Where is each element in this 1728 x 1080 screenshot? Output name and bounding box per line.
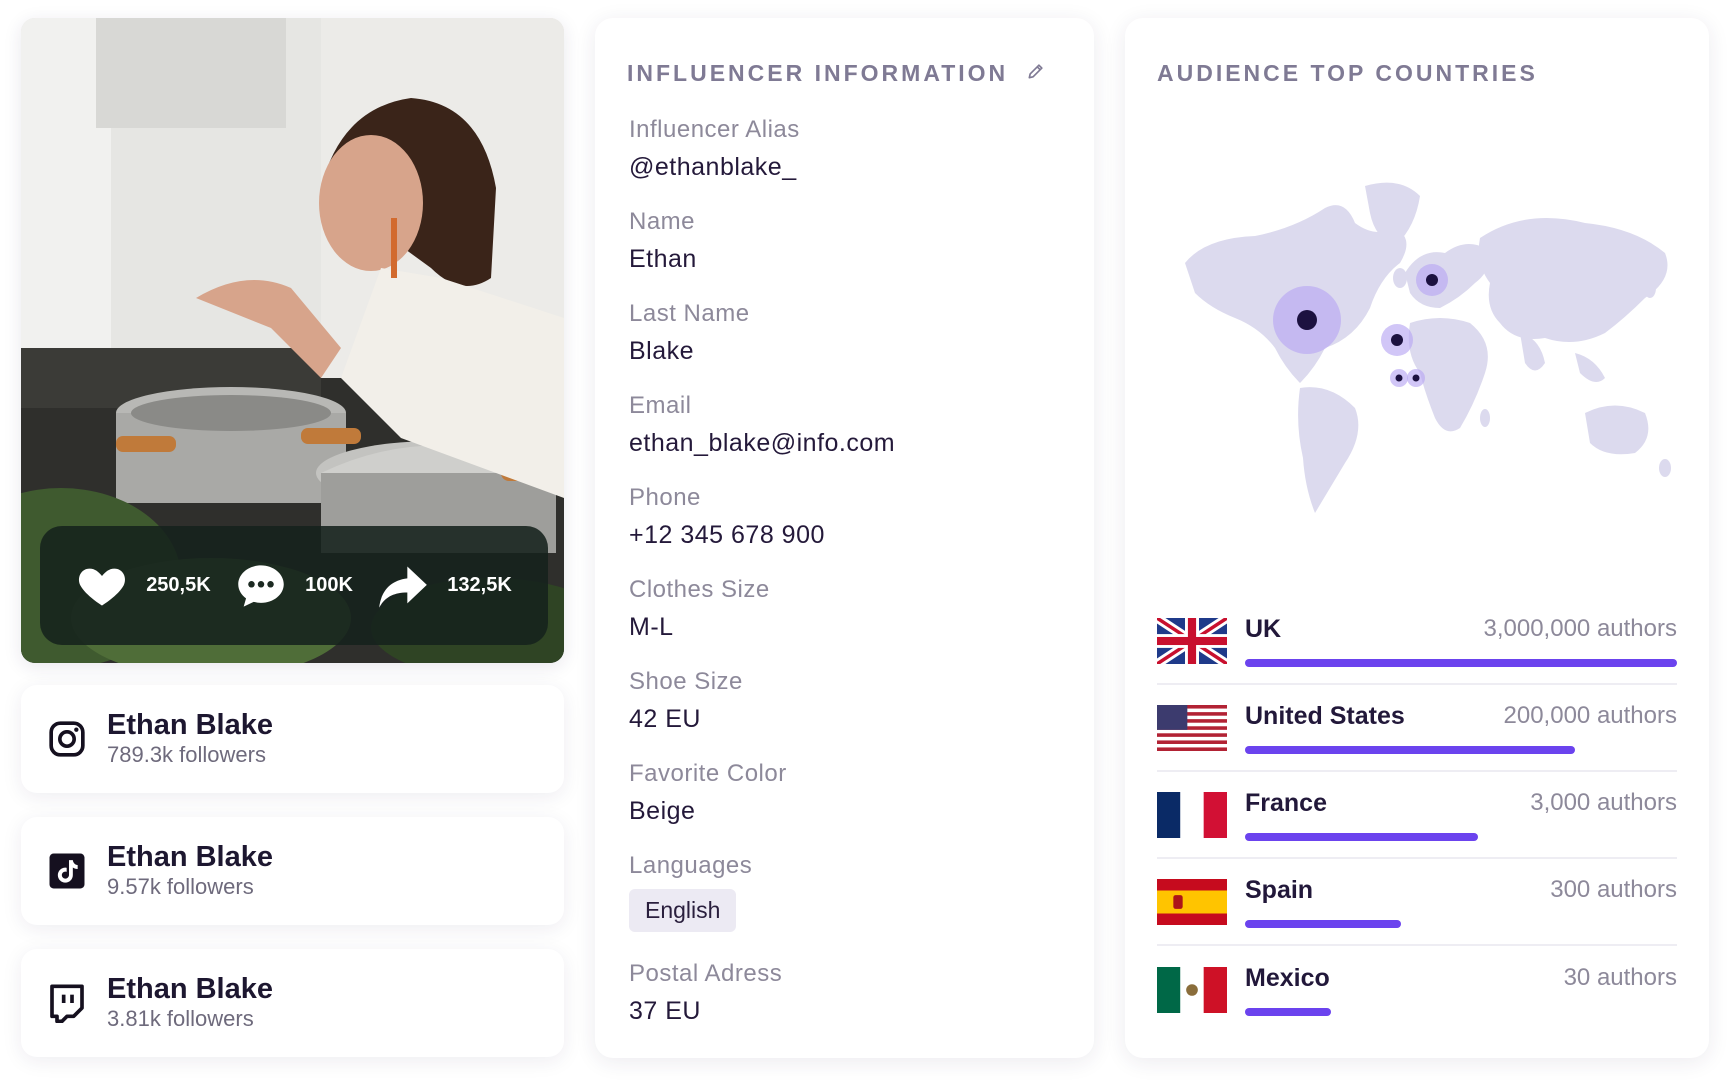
field-label: Favorite Color	[629, 760, 787, 787]
field-last-name: Last Name Blake	[629, 295, 1094, 387]
field-value: +12 345 678 900	[629, 521, 825, 549]
country-bar-fill	[1245, 919, 1401, 928]
language-chip[interactable]: English	[629, 889, 737, 932]
social-account-name: Ethan Blake	[107, 973, 273, 1006]
country-count: 200,000 authors	[1503, 701, 1677, 729]
field-phone: Phone +12 345 678 900	[629, 479, 1094, 571]
social-followers-count: 9.57k followers	[107, 874, 254, 900]
likes-stat[interactable]: 250,5K	[76, 560, 211, 612]
field-languages: Languages English	[629, 847, 1094, 955]
social-card-tiktok[interactable]: Ethan Blake 9.57k followers	[21, 817, 564, 925]
uk-flag	[1157, 617, 1227, 664]
country-row-mexico[interactable]: Mexico 30 authors	[1157, 946, 1677, 1033]
country-bar-track	[1245, 745, 1677, 754]
social-account-name: Ethan Blake	[107, 841, 273, 874]
social-followers-count: 789.3k followers	[107, 742, 266, 768]
country-name: Mexico	[1245, 963, 1330, 992]
spain-flag	[1157, 878, 1227, 925]
field-name: Name Ethan	[629, 203, 1094, 295]
shares-count: 132,5K	[447, 574, 512, 596]
field-email: Email ethan_blake@info.com	[629, 387, 1094, 479]
country-count: 30 authors	[1563, 963, 1677, 991]
field-postal-address: Postal Adress 37 EU	[629, 955, 1094, 1047]
comment-bubble-icon	[238, 564, 284, 607]
country-row-united-states[interactable]: United States 200,000 authors	[1157, 685, 1677, 772]
field-value: Blake	[629, 337, 695, 365]
field-label: Clothes Size	[629, 576, 770, 603]
field-influencer-alias: Influencer Alias @ethanblake_	[629, 111, 1094, 203]
country-bar-fill	[1245, 1007, 1332, 1016]
comments-count: 100K	[305, 574, 353, 596]
field-label: Postal Adress	[629, 960, 783, 987]
audience-title: AUDIENCE TOP COUNTRIES	[1157, 60, 1538, 86]
field-label: Last Name	[629, 300, 750, 327]
field-label: Shoe Size	[629, 668, 743, 695]
shares-stat[interactable]: 132,5K	[377, 560, 512, 612]
pencil-icon[interactable]	[1026, 60, 1046, 87]
country-name: United States	[1245, 701, 1405, 730]
likes-count: 250,5K	[146, 574, 211, 596]
country-bar-track	[1245, 1007, 1677, 1016]
country-row-spain[interactable]: Spain 300 authors	[1157, 859, 1677, 946]
field-clothes-size: Clothes Size M-L	[629, 571, 1094, 663]
france-flag	[1157, 791, 1227, 838]
field-value: Beige	[629, 797, 696, 825]
field-label: Email	[629, 392, 692, 419]
field-value: 42 EU	[629, 705, 701, 733]
tiktok-icon	[47, 851, 87, 891]
share-arrow-icon	[379, 566, 428, 608]
country-bar-track	[1245, 832, 1677, 841]
field-label: Influencer Alias	[629, 116, 800, 143]
field-label: Name	[629, 208, 696, 235]
country-bar-fill	[1245, 745, 1576, 754]
post-stats-bar: 250,5K 100K 132,5K	[40, 526, 548, 645]
world-map	[1165, 168, 1685, 538]
influencer-info-title: INFLUENCER INFORMATION	[627, 60, 1009, 86]
country-name: Spain	[1245, 875, 1314, 904]
post-image-card[interactable]: 250,5K 100K 132,5K	[21, 18, 564, 663]
influencer-info-header: INFLUENCER INFORMATION	[627, 60, 1094, 87]
field-favorite-color: Favorite Color Beige	[629, 755, 1094, 847]
us-flag	[1157, 704, 1227, 751]
field-value: @ethanblake_	[629, 153, 797, 181]
twitch-icon	[47, 983, 87, 1023]
field-label: Phone	[629, 484, 701, 511]
mexico-flag	[1157, 966, 1227, 1013]
country-bar-fill	[1245, 832, 1479, 841]
country-bar-track	[1245, 658, 1677, 667]
country-count: 300 authors	[1550, 875, 1677, 903]
audience-top-countries-card: AUDIENCE TOP COUNTRIES UK 3,000,000 auth…	[1125, 18, 1709, 1058]
country-row-uk[interactable]: UK 3,000,000 authors	[1157, 598, 1677, 685]
field-label: Languages	[629, 852, 753, 879]
field-shoe-size: Shoe Size 42 EU	[629, 663, 1094, 755]
influencer-information-card: INFLUENCER INFORMATION Influencer Alias …	[595, 18, 1094, 1058]
instagram-icon	[47, 719, 87, 759]
field-value: M-L	[629, 613, 674, 641]
country-list: UK 3,000,000 authors United States 200,0…	[1157, 598, 1677, 1033]
field-value: 37 EU	[629, 997, 701, 1025]
country-count: 3,000,000 authors	[1483, 614, 1678, 642]
social-account-name: Ethan Blake	[107, 709, 273, 742]
field-value: ethan_blake@info.com	[629, 429, 896, 457]
country-bar-fill	[1245, 658, 1677, 667]
heart-icon	[79, 568, 126, 605]
social-card-instagram[interactable]: Ethan Blake 789.3k followers	[21, 685, 564, 793]
social-card-twitch[interactable]: Ethan Blake 3.81k followers	[21, 949, 564, 1057]
country-name: UK	[1245, 614, 1282, 643]
social-followers-count: 3.81k followers	[107, 1006, 254, 1032]
country-row-france[interactable]: France 3,000 authors	[1157, 772, 1677, 859]
comments-stat[interactable]: 100K	[235, 560, 353, 612]
country-bar-track	[1245, 919, 1677, 928]
country-name: France	[1245, 788, 1327, 817]
country-count: 3,000 authors	[1530, 788, 1677, 816]
field-value: Ethan	[629, 245, 697, 273]
